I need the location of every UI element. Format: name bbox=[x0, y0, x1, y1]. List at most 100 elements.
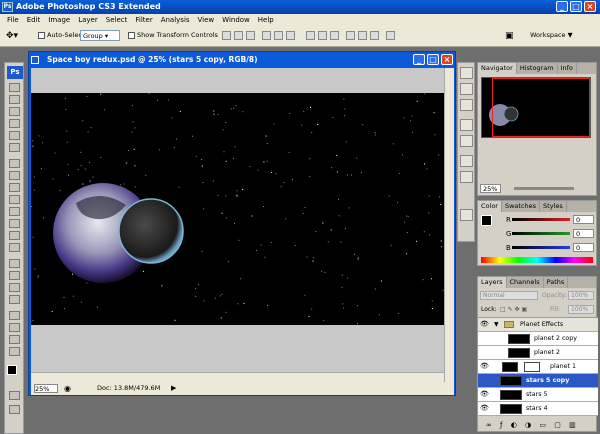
tab-paths[interactable]: Paths bbox=[544, 277, 569, 288]
lock-icons[interactable]: □ ✎ ✥ ▣ bbox=[500, 306, 536, 313]
doc-maximize-button[interactable]: □ bbox=[427, 54, 439, 65]
pen-tool-icon[interactable] bbox=[9, 259, 20, 268]
paragraph-panel-icon[interactable] bbox=[460, 171, 473, 183]
vertical-scrollbar[interactable] bbox=[444, 68, 454, 382]
layer-comps-icon[interactable] bbox=[460, 99, 473, 111]
zoom-field[interactable]: 25% bbox=[34, 384, 58, 393]
dodge-tool-icon[interactable] bbox=[9, 243, 20, 252]
align-right-icon[interactable] bbox=[286, 31, 295, 40]
tab-color[interactable]: Color bbox=[478, 201, 502, 212]
visibility-eye-icon[interactable]: 👁 bbox=[480, 391, 489, 398]
document-canvas-area[interactable] bbox=[31, 68, 454, 382]
channel-b-slider[interactable] bbox=[512, 246, 570, 249]
doc-minimize-button[interactable]: _ bbox=[413, 54, 425, 65]
blur-tool-icon[interactable] bbox=[9, 231, 20, 240]
opacity-field[interactable]: 100% bbox=[568, 291, 594, 300]
align-hcenter-icon[interactable] bbox=[274, 31, 283, 40]
fill-field[interactable]: 100% bbox=[568, 305, 594, 314]
status-arrow-icon[interactable]: ▶ bbox=[171, 382, 176, 395]
menu-view[interactable]: View bbox=[194, 16, 219, 24]
zoom-tool-icon[interactable] bbox=[9, 347, 20, 356]
menu-edit[interactable]: Edit bbox=[23, 16, 45, 24]
brush-tool-icon[interactable] bbox=[9, 171, 20, 180]
character-panel-icon[interactable] bbox=[460, 155, 473, 167]
distribute-hcenter-icon[interactable] bbox=[358, 31, 367, 40]
clone-stamp-tool-icon[interactable] bbox=[9, 183, 20, 192]
slice-tool-icon[interactable] bbox=[9, 143, 20, 152]
tab-swatches[interactable]: Swatches bbox=[502, 201, 541, 212]
tab-styles[interactable]: Styles bbox=[540, 201, 567, 212]
menu-window[interactable]: Window bbox=[218, 16, 254, 24]
navigator-preview[interactable] bbox=[481, 77, 591, 138]
group-expand-icon[interactable]: ▼ bbox=[494, 318, 499, 332]
screen-mode-icon[interactable] bbox=[9, 405, 20, 414]
tab-channels[interactable]: Channels bbox=[507, 277, 544, 288]
actions-panel-icon[interactable] bbox=[460, 135, 473, 147]
type-tool-icon[interactable] bbox=[9, 271, 20, 280]
tab-histogram[interactable]: Histogram bbox=[517, 63, 558, 74]
tab-navigator[interactable]: Navigator bbox=[478, 63, 517, 74]
layer-stars-4[interactable]: 👁 stars 4 bbox=[478, 402, 598, 416]
healing-brush-tool-icon[interactable] bbox=[9, 159, 20, 168]
history-brush-tool-icon[interactable] bbox=[9, 195, 20, 204]
history-panel-icon[interactable] bbox=[460, 119, 473, 131]
layer-planet-2[interactable]: planet 2 bbox=[478, 346, 598, 360]
info-panel-icon[interactable] bbox=[460, 209, 473, 221]
menu-image[interactable]: Image bbox=[44, 16, 74, 24]
shape-tool-icon[interactable] bbox=[9, 295, 20, 304]
channel-r-value[interactable]: 0 bbox=[573, 215, 594, 224]
navigator-view-box[interactable] bbox=[492, 78, 590, 137]
visibility-eye-icon[interactable]: 👁 bbox=[480, 405, 489, 412]
menu-select[interactable]: Select bbox=[102, 16, 132, 24]
align-bottom-icon[interactable] bbox=[246, 31, 255, 40]
distribute-right-icon[interactable] bbox=[370, 31, 379, 40]
channel-b-value[interactable]: 0 bbox=[573, 243, 594, 252]
show-transform-checkbox[interactable]: Show Transform Controls bbox=[128, 31, 218, 39]
magic-wand-tool-icon[interactable] bbox=[9, 119, 20, 128]
quick-mask-icon[interactable] bbox=[9, 391, 20, 400]
align-top-icon[interactable] bbox=[222, 31, 231, 40]
tab-layers[interactable]: Layers bbox=[478, 277, 507, 288]
menu-layer[interactable]: Layer bbox=[74, 16, 102, 24]
tab-info[interactable]: Info bbox=[558, 63, 577, 74]
canvas[interactable] bbox=[31, 93, 446, 325]
layers-footer-buttons[interactable]: ∞ ƒ ◐ ◑ ▭ ▢ ▥ bbox=[478, 421, 596, 431]
crop-tool-icon[interactable] bbox=[9, 131, 20, 140]
minimize-button[interactable]: _ bbox=[556, 1, 568, 12]
navigator-zoom-slider[interactable] bbox=[514, 187, 574, 190]
visibility-eye-icon[interactable]: 👁 bbox=[480, 321, 489, 328]
eraser-tool-icon[interactable] bbox=[9, 207, 20, 216]
eyedropper-tool-icon[interactable] bbox=[9, 323, 20, 332]
visibility-toggle[interactable] bbox=[480, 335, 488, 342]
navigator-zoom-field[interactable]: 25% bbox=[480, 184, 501, 193]
distribute-vcenter-icon[interactable] bbox=[318, 31, 327, 40]
auto-align-icon[interactable] bbox=[386, 31, 395, 40]
hand-tool-icon[interactable] bbox=[9, 335, 20, 344]
channel-r-slider[interactable] bbox=[512, 218, 570, 221]
marquee-tool-icon[interactable] bbox=[9, 95, 20, 104]
document-title-bar[interactable]: Space boy redux.psd @ 25% (stars 5 copy,… bbox=[29, 52, 455, 68]
layer-planet-2-copy[interactable]: planet 2 copy bbox=[478, 332, 598, 346]
menu-file[interactable]: File bbox=[3, 16, 23, 24]
tool-presets-icon[interactable] bbox=[460, 83, 473, 95]
close-button[interactable]: × bbox=[584, 1, 596, 12]
distribute-top-icon[interactable] bbox=[306, 31, 315, 40]
foreground-color-swatch[interactable] bbox=[7, 365, 17, 375]
path-selection-tool-icon[interactable] bbox=[9, 283, 20, 292]
visibility-eye-icon[interactable]: 👁 bbox=[480, 363, 489, 370]
channel-g-slider[interactable] bbox=[512, 232, 570, 235]
move-tool-icon[interactable] bbox=[9, 83, 20, 92]
gradient-tool-icon[interactable] bbox=[9, 219, 20, 228]
menu-analysis[interactable]: Analysis bbox=[157, 16, 194, 24]
align-left-icon[interactable] bbox=[262, 31, 271, 40]
layer-group-planet-effects[interactable]: 👁 ▼ Planet Effects bbox=[478, 318, 598, 332]
layer-stars-5[interactable]: 👁 stars 5 bbox=[478, 388, 598, 402]
distribute-bottom-icon[interactable] bbox=[330, 31, 339, 40]
bridge-icon[interactable]: ▣ bbox=[505, 31, 514, 41]
visibility-toggle[interactable] bbox=[480, 377, 488, 384]
lasso-tool-icon[interactable] bbox=[9, 107, 20, 116]
align-vcenter-icon[interactable] bbox=[234, 31, 243, 40]
move-tool-icon[interactable]: ✥▾ bbox=[6, 31, 18, 41]
color-spectrum-bar[interactable] bbox=[481, 257, 593, 263]
distribute-left-icon[interactable] bbox=[346, 31, 355, 40]
